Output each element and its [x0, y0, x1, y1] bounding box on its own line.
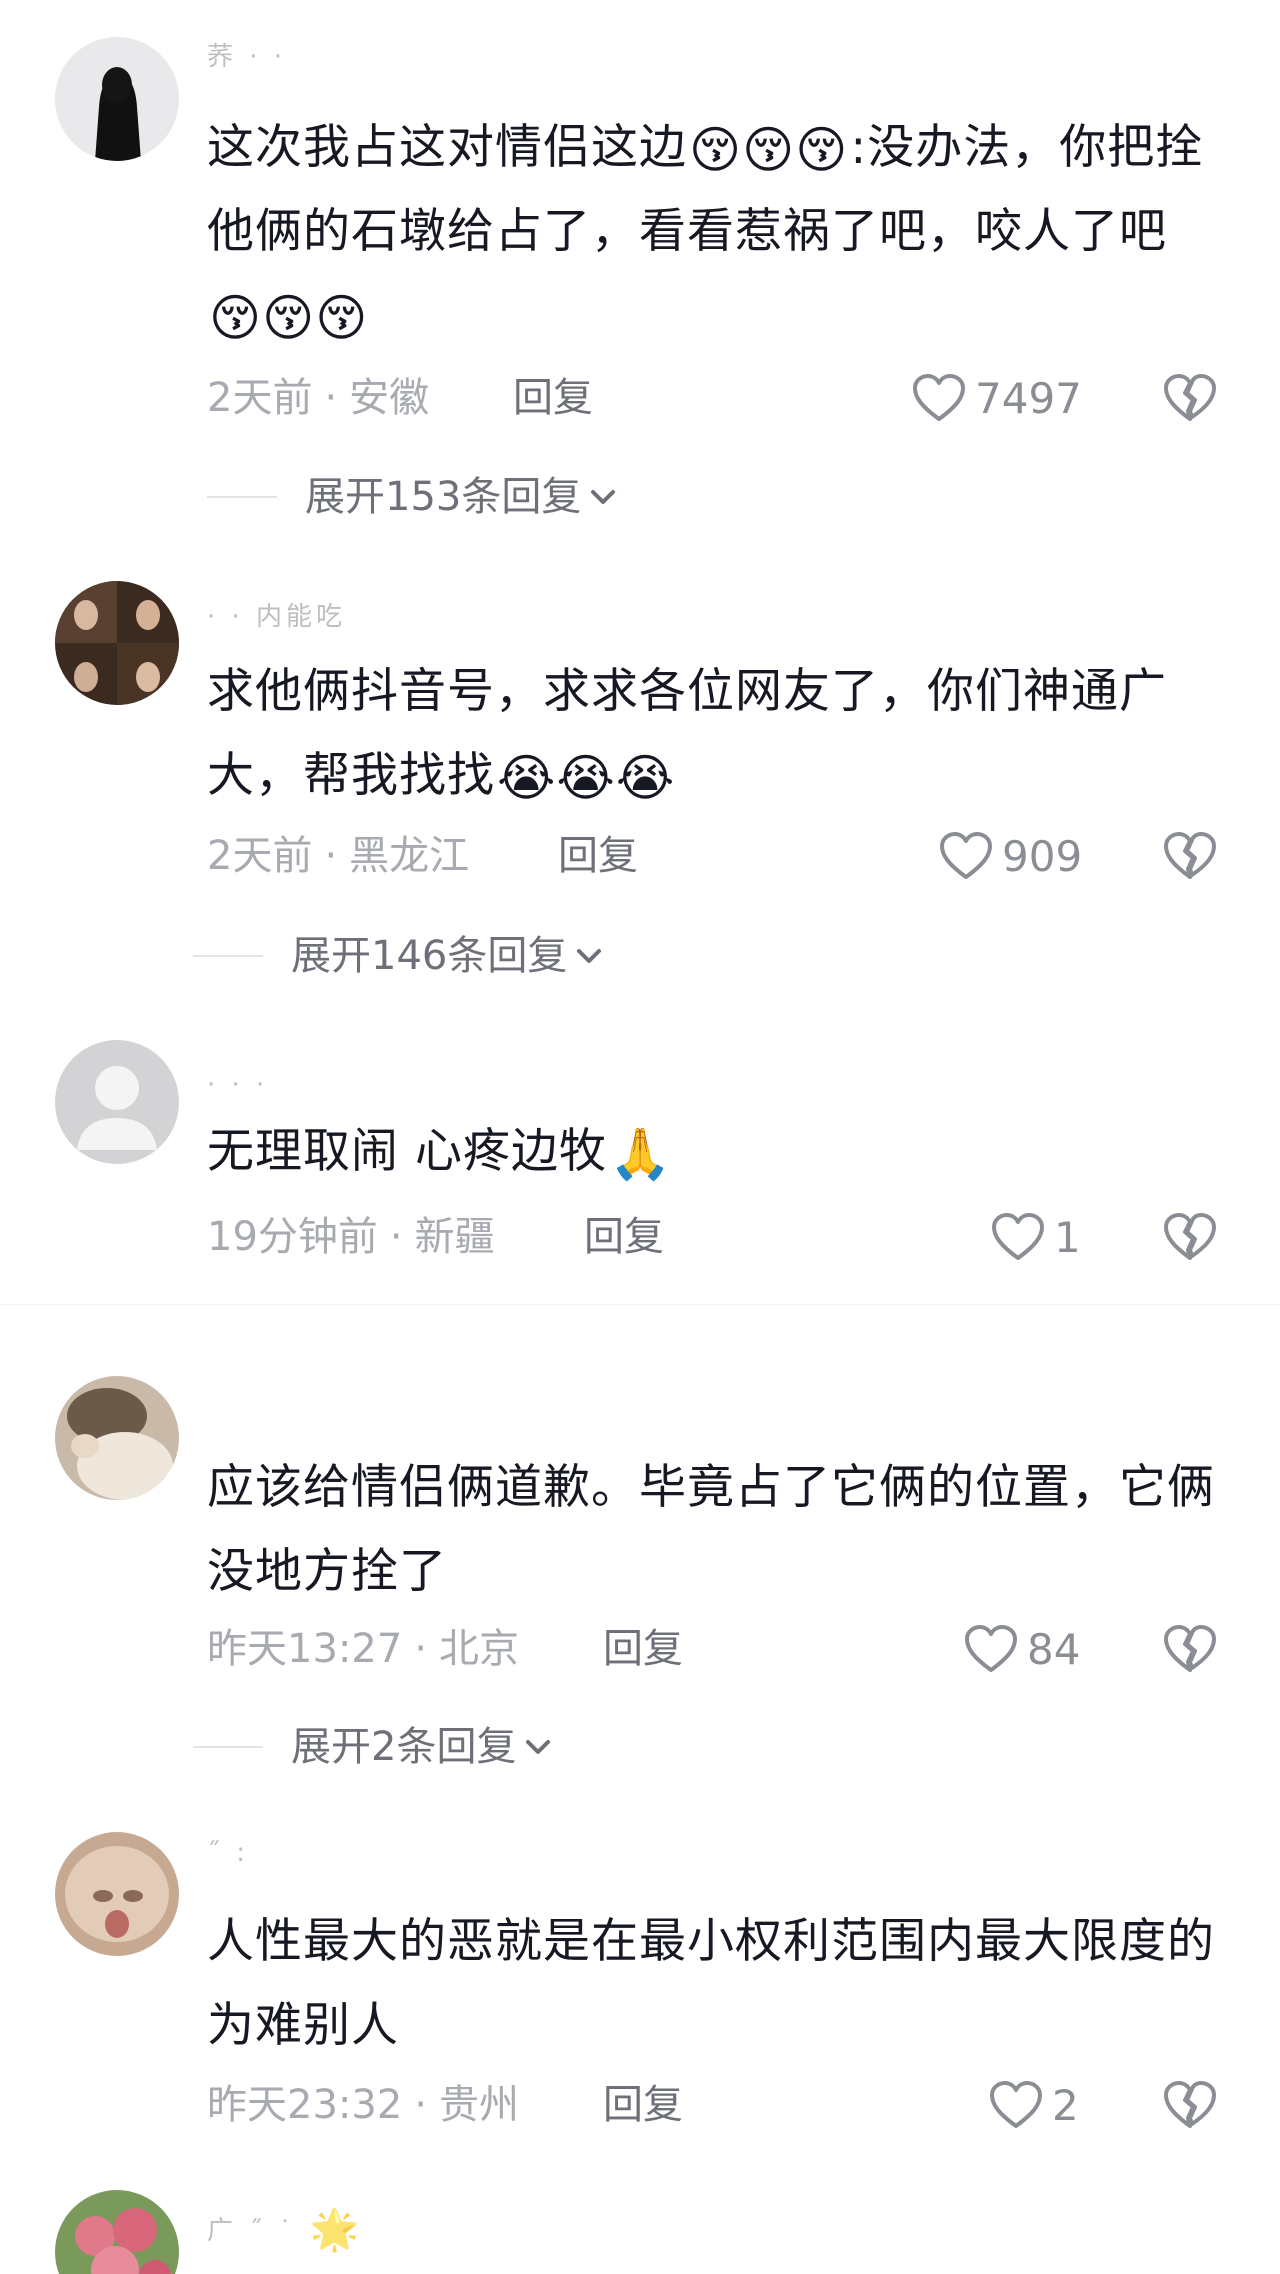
avatar[interactable]: [55, 1832, 179, 1956]
username[interactable]: 广 ˝ ˙ 🌟: [207, 2210, 366, 2250]
broken-heart-icon[interactable]: [1162, 2077, 1218, 2133]
expand-replies-label: 展开153条回复: [305, 474, 582, 520]
comment-text: 求他俩抖音号，求求各位网友了，你们神通广大，帮我找找😭😭😭: [207, 650, 1237, 818]
comment-location: 黑龙江: [349, 833, 470, 879]
like-button[interactable]: 909: [938, 828, 1082, 884]
avatar[interactable]: [55, 581, 179, 705]
comment-meta: 昨天23:32 · 贵州: [207, 2080, 519, 2130]
comment-meta: 2天前 · 黑龙江: [207, 831, 469, 881]
section-divider: [0, 1290, 1280, 1304]
comment-list: 荞 · · 这次我占这对情侣这边😚😚😚:没办法，你把拴他俩的石墩给占了，看看惹祸…: [0, 0, 1280, 2274]
expand-replies-label: 展开146条回复: [291, 933, 568, 979]
heart-outline-icon: [965, 1625, 1017, 1672]
comment-text-part: 无理取闹 心疼边牧: [207, 1124, 607, 1179]
comment-time: 昨天23:32: [207, 2082, 403, 2128]
comment-meta: 2天前 · 安徽: [207, 373, 429, 423]
heart-outline-icon: [913, 374, 965, 421]
reply-button[interactable]: 回复: [584, 1212, 664, 1262]
like-count: 84: [1027, 1624, 1081, 1674]
broken-heart-icon[interactable]: [1162, 1209, 1218, 1265]
expand-divider-line: [193, 955, 263, 957]
comment-time: 19分钟前: [207, 1214, 378, 1260]
comment-meta: 19分钟前 · 新疆: [207, 1212, 495, 1262]
username[interactable]: · · ·: [207, 1070, 268, 1100]
expand-divider-line: [207, 496, 277, 498]
comment-text: 人性最大的恶就是在最小权利范围内最大限度的为难别人: [207, 1900, 1237, 2068]
like-count: 2: [1052, 2080, 1079, 2130]
comment-text-part: 应该给情侣俩道歉。毕竟占了它俩的位置，它俩没地方拴了: [207, 1460, 1215, 1599]
meta-separator: ·: [414, 2082, 427, 2128]
username-text: 广 ˝ ˙: [207, 2216, 296, 2246]
like-button[interactable]: 84: [963, 1621, 1080, 1677]
comment-location: 安徽: [349, 375, 430, 421]
heart-outline-icon: [940, 832, 992, 879]
comment-time: 2天前: [207, 375, 313, 421]
kiss-emoji: 😚😚😚: [689, 121, 849, 179]
comment-location: 贵州: [439, 2082, 519, 2128]
like-button[interactable]: 1: [990, 1209, 1081, 1265]
comment-text: 这次我占这对情侣这边😚😚😚:没办法，你把拴他俩的石墩给占了，看看惹祸了吧，咬人了…: [207, 106, 1237, 358]
meta-separator: ·: [324, 833, 338, 879]
kiss-emoji: 😚😚😚: [209, 289, 369, 347]
comment-text-part: 这次我占这对情侣这边: [207, 120, 687, 175]
avatar[interactable]: [55, 37, 179, 161]
reply-button[interactable]: 回复: [513, 373, 593, 423]
meta-separator: ·: [414, 1626, 427, 1672]
comment-meta: 昨天13:27 · 北京: [207, 1624, 519, 1674]
broken-heart-icon[interactable]: [1162, 370, 1218, 426]
reply-button[interactable]: 回复: [558, 831, 638, 881]
expand-replies-button[interactable]: 展开2条回复: [193, 1722, 554, 1772]
meta-separator: ·: [389, 1214, 403, 1260]
avatar[interactable]: [55, 2190, 179, 2274]
broken-heart-icon[interactable]: [1162, 828, 1218, 884]
like-button[interactable]: 7497: [911, 370, 1082, 426]
like-count: 7497: [975, 373, 1082, 423]
heart-outline-icon: [992, 1213, 1044, 1260]
broken-heart-icon[interactable]: [1162, 1621, 1218, 1677]
star-emoji: 🌟: [309, 2207, 364, 2253]
comment-text: 应该给情侣俩道歉。毕竟占了它俩的位置，它俩没地方拴了: [207, 1446, 1237, 1614]
username[interactable]: 荞 · ·: [207, 42, 286, 72]
comment-time: 昨天13:27: [207, 1626, 403, 1672]
chevron-down-icon: [577, 949, 602, 963]
reply-button[interactable]: 回复: [603, 2080, 683, 2130]
meta-separator: ·: [324, 375, 338, 421]
comment-text: 无理取闹 心疼边牧🙏: [207, 1110, 1237, 1194]
crying-emoji: 😭😭😭: [497, 749, 676, 807]
like-count: 909: [1002, 831, 1083, 881]
heart-outline-icon: [990, 2081, 1042, 2128]
comment-location: 北京: [439, 1626, 519, 1672]
comment-text-part: 人性最大的恶就是在最小权利范围内最大限度的为难别人: [207, 1914, 1215, 2053]
avatar[interactable]: [55, 1376, 179, 1500]
like-button[interactable]: 2: [988, 2077, 1079, 2133]
chevron-down-icon: [526, 1740, 551, 1754]
expand-replies-button[interactable]: 展开153条回复: [207, 472, 619, 522]
username[interactable]: · · 内能吃: [207, 602, 346, 632]
username[interactable]: ˝ :: [207, 1838, 249, 1868]
comment-location: 新疆: [414, 1214, 495, 1260]
chevron-down-icon: [591, 490, 616, 504]
reply-button[interactable]: 回复: [603, 1624, 683, 1674]
expand-divider-line: [193, 1746, 263, 1748]
comment-text-part: 求他俩抖音号，求求各位网友了，你们神通广大，帮我找找: [207, 664, 1167, 803]
expand-replies-label: 展开2条回复: [291, 1724, 517, 1770]
comment-time: 2天前: [207, 833, 313, 879]
avatar[interactable]: [55, 1040, 179, 1164]
like-count: 1: [1054, 1212, 1081, 1262]
praying-hands-emoji: 🙏: [608, 1125, 673, 1183]
expand-replies-button[interactable]: 展开146条回复: [193, 931, 605, 981]
